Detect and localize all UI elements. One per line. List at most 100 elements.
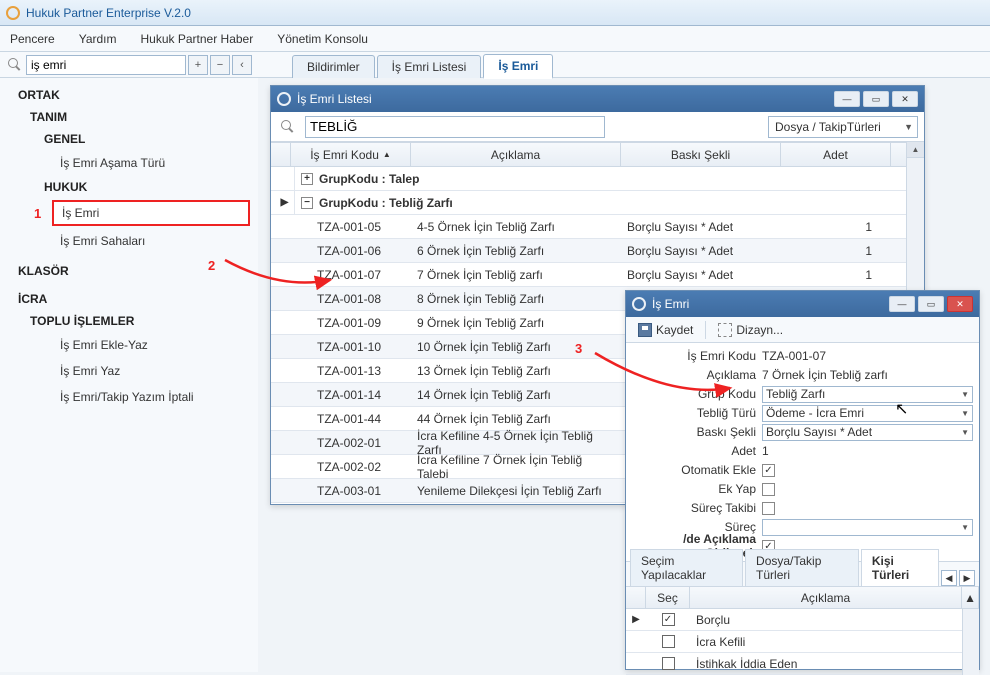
detail-tabs: Seçim Yapılacaklar Dosya/Takip Türleri K… bbox=[626, 561, 979, 587]
list-close-button[interactable]: ✕ bbox=[892, 91, 918, 107]
combo-grup[interactable]: Tebliğ Zarfı▼ bbox=[762, 386, 973, 403]
sidebar-genel[interactable]: GENEL bbox=[0, 128, 258, 150]
list-filter-input[interactable] bbox=[305, 116, 605, 138]
detail-toolbar: Kaydet Dizayn... bbox=[626, 317, 979, 343]
sidebar-tanim[interactable]: TANIM bbox=[0, 106, 258, 128]
lbl-grup: Grup Kodu bbox=[632, 387, 762, 401]
tab-isemri-listesi[interactable]: İş Emri Listesi bbox=[377, 55, 482, 78]
expand-icon[interactable]: + bbox=[301, 173, 313, 185]
menu-yardim[interactable]: Yardım bbox=[79, 32, 117, 46]
menu-konsol[interactable]: Yönetim Konsolu bbox=[277, 32, 368, 46]
app-title: Hukuk Partner Enterprise V.2.0 bbox=[26, 6, 191, 20]
val-aciklama: 7 Örnek İçin Tebliğ zarfı bbox=[762, 368, 973, 382]
detail-minimize-button[interactable]: — bbox=[889, 296, 915, 312]
sidebar-isemri-sahalari[interactable]: İş Emri Sahaları bbox=[0, 228, 258, 254]
sidebar-yaz[interactable]: İş Emri Yaz bbox=[0, 358, 258, 384]
val-adet[interactable]: 1 bbox=[762, 444, 973, 458]
detail-form: İş Emri KoduTZA-001-07 Açıklama7 Örnek İ… bbox=[626, 343, 979, 555]
chevron-down-icon: ▼ bbox=[961, 390, 969, 399]
tab-nav-next[interactable]: ▶ bbox=[959, 570, 975, 586]
lbl-ekyap: Ek Yap bbox=[632, 482, 762, 496]
cell-aciklama: 13 Örnek İçin Tebliğ Zarfı bbox=[411, 364, 621, 378]
combo-teblig[interactable]: Ödeme - İcra Emri▼ bbox=[762, 405, 973, 422]
list-minimize-button[interactable]: — bbox=[834, 91, 860, 107]
row-checkbox[interactable]: ✓ bbox=[662, 613, 675, 626]
sidebar-ortak[interactable]: ORTAK bbox=[0, 84, 258, 106]
checkbox-surectakibi[interactable] bbox=[762, 502, 775, 515]
tab-kisi-turleri[interactable]: Kişi Türleri bbox=[861, 549, 939, 586]
annotation-3: 3 bbox=[575, 341, 582, 356]
combo-surec[interactable]: ▼ bbox=[762, 519, 973, 536]
lbl-teblig: Tebliğ Türü bbox=[632, 406, 762, 420]
col-aciklama[interactable]: Açıklama bbox=[411, 143, 621, 166]
list-window-title: İş Emri Listesi bbox=[297, 92, 834, 106]
cell-adet: 1 bbox=[781, 268, 891, 282]
det-col-aciklama[interactable]: Açıklama bbox=[690, 587, 962, 608]
sidebar-asama-turu[interactable]: İş Emri Aşama Türü bbox=[0, 150, 258, 176]
sidebar-klasor[interactable]: KLASÖR bbox=[0, 260, 258, 282]
tab-secim[interactable]: Seçim Yapılacaklar bbox=[630, 549, 743, 586]
col-adet[interactable]: Adet bbox=[781, 143, 891, 166]
cell-kod: TZA-001-08 bbox=[311, 292, 411, 306]
search-minus-button[interactable]: − bbox=[210, 55, 230, 75]
sidebar-isemri-selected[interactable]: İş Emri bbox=[52, 200, 250, 226]
group-row-talep[interactable]: +GrupKodu : Talep bbox=[271, 167, 924, 191]
lbl-surectakibi: Süreç Takibi bbox=[632, 501, 762, 515]
chevron-down-icon: ▼ bbox=[961, 523, 969, 532]
cell-kod: TZA-001-07 bbox=[311, 268, 411, 282]
checkbox-oto[interactable]: ✓ bbox=[762, 464, 775, 477]
list-row[interactable]: TZA-001-066 Örnek İçin Tebliğ ZarfıBorçl… bbox=[271, 239, 924, 263]
sidebar-toplu[interactable]: TOPLU İŞLEMLER bbox=[0, 310, 258, 332]
search-plus-button[interactable]: + bbox=[188, 55, 208, 75]
design-button[interactable]: Dizayn... bbox=[712, 321, 789, 339]
save-button[interactable]: Kaydet bbox=[632, 321, 699, 339]
mouse-cursor: ↖ bbox=[895, 399, 908, 419]
search-back-button[interactable]: ‹ bbox=[232, 55, 252, 75]
design-icon bbox=[718, 323, 732, 337]
val-kod: TZA-001-07 bbox=[762, 349, 973, 363]
sidebar-hukuk[interactable]: HUKUK bbox=[0, 176, 258, 198]
col-baski[interactable]: Baskı Şekli bbox=[621, 143, 781, 166]
det-col-ind bbox=[626, 587, 646, 608]
row-checkbox[interactable] bbox=[662, 635, 675, 648]
cell-adet: 1 bbox=[781, 220, 891, 234]
detail-window-head[interactable]: İş Emri — ▭ ✕ bbox=[626, 291, 979, 317]
sidebar-ekleyaz[interactable]: İş Emri Ekle-Yaz bbox=[0, 332, 258, 358]
detail-scrollbar[interactable] bbox=[962, 609, 979, 675]
menu-pencere[interactable]: Pencere bbox=[10, 32, 55, 46]
list-row[interactable]: TZA-001-077 Örnek İçin Tebliğ zarfıBorçl… bbox=[271, 263, 924, 287]
list-window-head[interactable]: İş Emri Listesi — ▭ ✕ bbox=[271, 86, 924, 112]
combo-baski[interactable]: Borçlu Sayısı * Adet▼ bbox=[762, 424, 973, 441]
sidebar-icra[interactable]: İCRA bbox=[0, 288, 258, 310]
det-col-sec[interactable]: Seç bbox=[646, 587, 690, 608]
cell-aciklama: 44 Örnek İçin Tebliğ Zarfı bbox=[411, 412, 621, 426]
cell-kod: TZA-001-14 bbox=[311, 388, 411, 402]
list-row[interactable]: TZA-001-054-5 Örnek İçin Tebliğ ZarfıBor… bbox=[271, 215, 924, 239]
det-scroll-head: ▲ bbox=[962, 587, 979, 608]
cell-aciklama: 4-5 Örnek İçin Tebliğ Zarfı bbox=[411, 220, 621, 234]
cell-aciklama: 14 Örnek İçin Tebliğ Zarfı bbox=[411, 388, 621, 402]
scroll-up-icon[interactable]: ▲ bbox=[907, 142, 924, 158]
list-combo-dosya-takip[interactable]: Dosya / TakipTürleri ▼ bbox=[768, 116, 918, 138]
menu-haber[interactable]: Hukuk Partner Haber bbox=[141, 32, 254, 46]
tab-bildirimler[interactable]: Bildirimler bbox=[292, 55, 375, 78]
tab-isemri[interactable]: İş Emri bbox=[483, 54, 553, 79]
collapse-icon[interactable]: − bbox=[301, 197, 313, 209]
row-text: Borçlu bbox=[690, 613, 979, 627]
search-input[interactable] bbox=[26, 55, 186, 75]
cell-kod: TZA-001-09 bbox=[311, 316, 411, 330]
tab-dosya-takip[interactable]: Dosya/Takip Türleri bbox=[745, 549, 859, 586]
group-row-teblig[interactable]: ▶−GrupKodu : Tebliğ Zarfı bbox=[271, 191, 924, 215]
cell-kod: TZA-002-02 bbox=[311, 460, 411, 474]
row-checkbox[interactable] bbox=[662, 657, 675, 670]
detail-maximize-button[interactable]: ▭ bbox=[918, 296, 944, 312]
detail-close-button[interactable]: ✕ bbox=[947, 296, 973, 312]
sidebar-iptal[interactable]: İş Emri/Takip Yazım İptali bbox=[0, 384, 258, 410]
list-maximize-button[interactable]: ▭ bbox=[863, 91, 889, 107]
detail-row[interactable]: İcra Kefili bbox=[626, 631, 979, 653]
app-icon bbox=[6, 6, 20, 20]
detail-row[interactable]: ▶✓Borçlu bbox=[626, 609, 979, 631]
col-kod[interactable]: İş Emri Kodu▲ bbox=[291, 143, 411, 166]
tab-nav-prev[interactable]: ◀ bbox=[941, 570, 957, 586]
checkbox-ekyap[interactable] bbox=[762, 483, 775, 496]
